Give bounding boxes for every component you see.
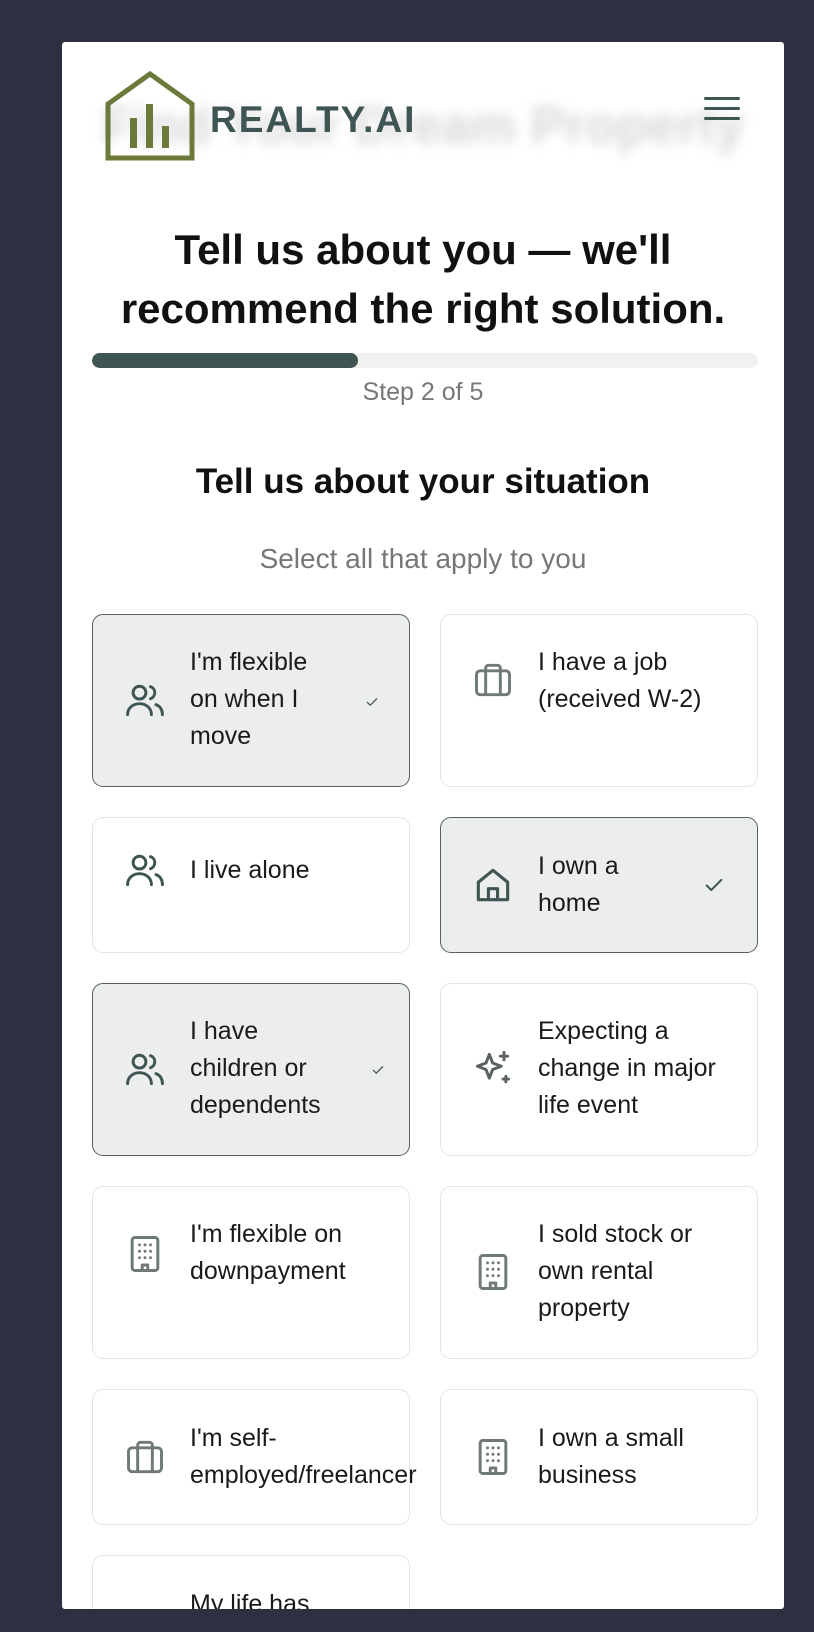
people-icon xyxy=(123,848,167,892)
step-indicator: Step 2 of 5 xyxy=(362,378,484,406)
option-small-business[interactable]: I own a small business xyxy=(440,1389,758,1525)
option-life-event[interactable]: Expecting a change in major life event xyxy=(440,983,758,1156)
option-label: I have children or dependents xyxy=(190,1017,321,1119)
option-w2-job[interactable]: I have a job (received W-2) xyxy=(440,614,758,787)
label-line-2: employed/freelancer xyxy=(190,1461,417,1489)
label-line-1: I'm self- xyxy=(190,1424,277,1452)
option-label: I'm flexible on when I move xyxy=(190,648,308,750)
option-label: I'm self- employed/freelancer xyxy=(190,1420,417,1494)
option-label: Expecting a change in major life event xyxy=(538,1017,716,1119)
option-label: My life has xyxy=(190,1590,310,1609)
page-headline: Tell us about you — we'll recommend the … xyxy=(120,226,726,332)
people-icon xyxy=(123,1047,167,1091)
option-children[interactable]: I have children or dependents xyxy=(92,983,410,1156)
signup-card: Find Your Dream Property REALTY.AI Tell … xyxy=(62,42,784,1609)
option-label: I sold stock or own rental property xyxy=(538,1220,693,1322)
section-title: Tell us about your situation xyxy=(195,462,651,501)
building-icon xyxy=(471,1250,515,1294)
section-subtitle: Select all that apply to you xyxy=(259,543,587,574)
option-label: I own a small business xyxy=(538,1424,684,1489)
briefcase-icon xyxy=(123,1435,167,1479)
option-self-employed[interactable]: I'm self- employed/freelancer xyxy=(92,1389,417,1525)
brand-name: REALTY.AI xyxy=(210,98,417,140)
sparkles-icon xyxy=(471,1047,515,1091)
progress-fill xyxy=(92,353,359,368)
option-stock-rental[interactable]: I sold stock or own rental property xyxy=(440,1186,758,1359)
check-icon xyxy=(703,874,725,901)
home-icon xyxy=(471,863,515,907)
progress-bar xyxy=(92,353,758,368)
option-flexible-downpayment[interactable]: I'm flexible on downpayment xyxy=(92,1186,410,1359)
house-chart-logo-icon xyxy=(104,70,196,169)
briefcase-icon xyxy=(471,658,515,702)
check-icon xyxy=(371,1063,385,1082)
option-label: I have a job (received W-2) xyxy=(538,648,702,713)
hamburger-menu-icon[interactable] xyxy=(702,93,742,129)
option-life-has[interactable]: My life has xyxy=(92,1555,410,1609)
building-icon xyxy=(123,1232,167,1276)
option-label: I'm flexible on downpayment xyxy=(190,1220,346,1285)
option-own-home[interactable]: I own a home xyxy=(440,817,758,953)
option-label: I live alone xyxy=(190,856,310,884)
people-icon xyxy=(123,678,167,722)
logo[interactable]: REALTY.AI xyxy=(104,70,416,169)
option-live-alone[interactable]: I live alone xyxy=(92,817,410,953)
option-label: I own a home xyxy=(538,852,619,917)
header: Find Your Dream Property REALTY.AI xyxy=(62,42,784,182)
check-icon xyxy=(365,695,379,714)
building-icon xyxy=(471,1435,515,1479)
option-flexible-move[interactable]: I'm flexible on when I move xyxy=(92,614,410,787)
